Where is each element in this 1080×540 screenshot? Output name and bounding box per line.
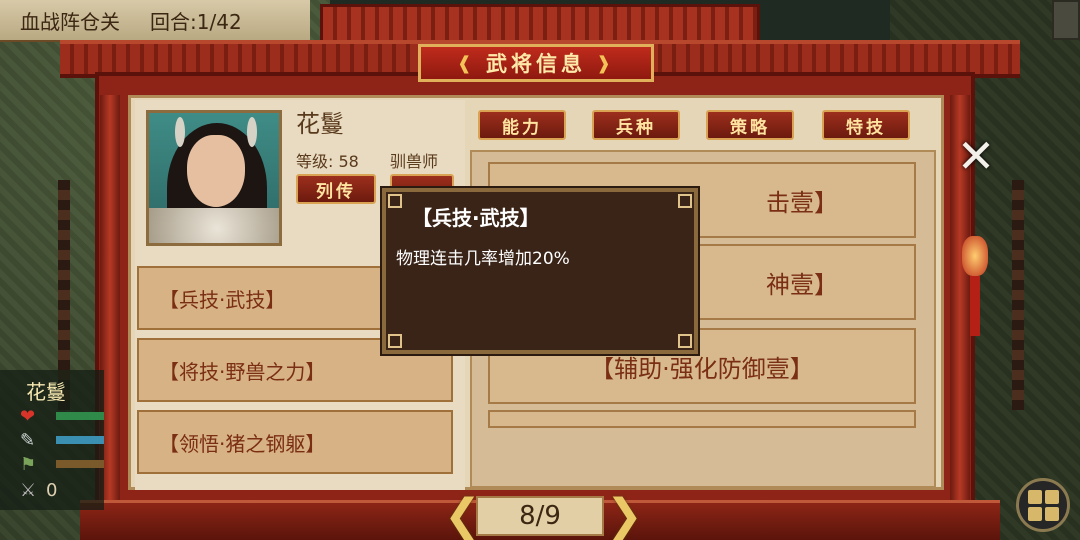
stage-name: 血战阵仓关 <box>20 9 120 34</box>
level-value: 58 <box>338 152 359 171</box>
tooltip-corner <box>388 334 402 348</box>
hp-bar <box>56 412 104 420</box>
hero-portrait <box>146 110 282 246</box>
tooltip-corner <box>678 194 692 208</box>
menu-cell <box>1027 506 1042 521</box>
close-icon[interactable]: ✕ <box>950 129 1002 183</box>
tab-special-skill[interactable]: 特技 <box>822 110 910 140</box>
menu-grid-icon[interactable] <box>1016 478 1070 532</box>
tooltip-corner <box>678 334 692 348</box>
next-arrow-icon[interactable]: ❯ <box>606 490 643 540</box>
tab-troop[interactable]: 兵种 <box>592 110 680 140</box>
status-hero-name: 花鬘 <box>26 380 66 404</box>
flag-icon: ⚑ <box>20 454 37 475</box>
heart-icon: ❤ <box>20 406 36 427</box>
game-screen: 血战阵仓关 回合:1/42 ❰ 武将信息 ❱ 花鬘 等级: 58 驯兽师 列传 … <box>0 0 1080 540</box>
level-label: 等级: <box>296 152 334 171</box>
feather-icon: ✎ <box>20 430 36 451</box>
tooltip-title: 【兵技·武技】 <box>412 206 540 230</box>
menu-cell <box>1027 489 1042 504</box>
tooltip-corner <box>388 194 402 208</box>
hero-class: 驯兽师 <box>390 152 439 171</box>
page-title: 武将信息 <box>486 52 586 76</box>
ornament-icon: ❱ <box>596 52 616 74</box>
tassel-decoration <box>970 276 980 336</box>
feather-left <box>175 117 185 147</box>
right-skill-4[interactable] <box>488 410 916 428</box>
ornament-icon: ❰ <box>456 52 476 74</box>
round-display: 回合:1/42 <box>150 6 242 35</box>
lantern-icon <box>962 236 988 276</box>
hero-name: 花鬘 <box>296 110 344 138</box>
exp-bar <box>56 460 104 468</box>
hero-level: 等级: 58 <box>296 148 359 172</box>
sword-icon: ⚔ <box>20 480 37 501</box>
item-count: 0 <box>46 480 58 501</box>
tab-strategy[interactable]: 策略 <box>706 110 794 140</box>
fence-right <box>1012 180 1024 410</box>
menu-cell <box>1044 489 1059 504</box>
tooltip-description: 物理连击几率增加20% <box>396 249 570 269</box>
left-skill-3[interactable]: 【领悟·猪之钢躯】 <box>137 410 453 474</box>
round-label: 回合: <box>150 9 197 34</box>
portrait-face <box>187 135 245 207</box>
title-plaque: ❰ 武将信息 ❱ <box>418 44 654 82</box>
mp-bar <box>56 436 104 444</box>
page-indicator: 8/9 <box>476 496 604 536</box>
map-tower <box>1052 0 1080 40</box>
menu-cell <box>1044 506 1059 521</box>
feather-right <box>247 117 257 147</box>
round-value: 1/42 <box>196 9 242 34</box>
biography-button[interactable]: 列传 <box>296 174 376 204</box>
portrait-fur <box>149 208 279 243</box>
stage-bar: 血战阵仓关 回合:1/42 <box>0 0 310 42</box>
tab-ability[interactable]: 能力 <box>478 110 566 140</box>
